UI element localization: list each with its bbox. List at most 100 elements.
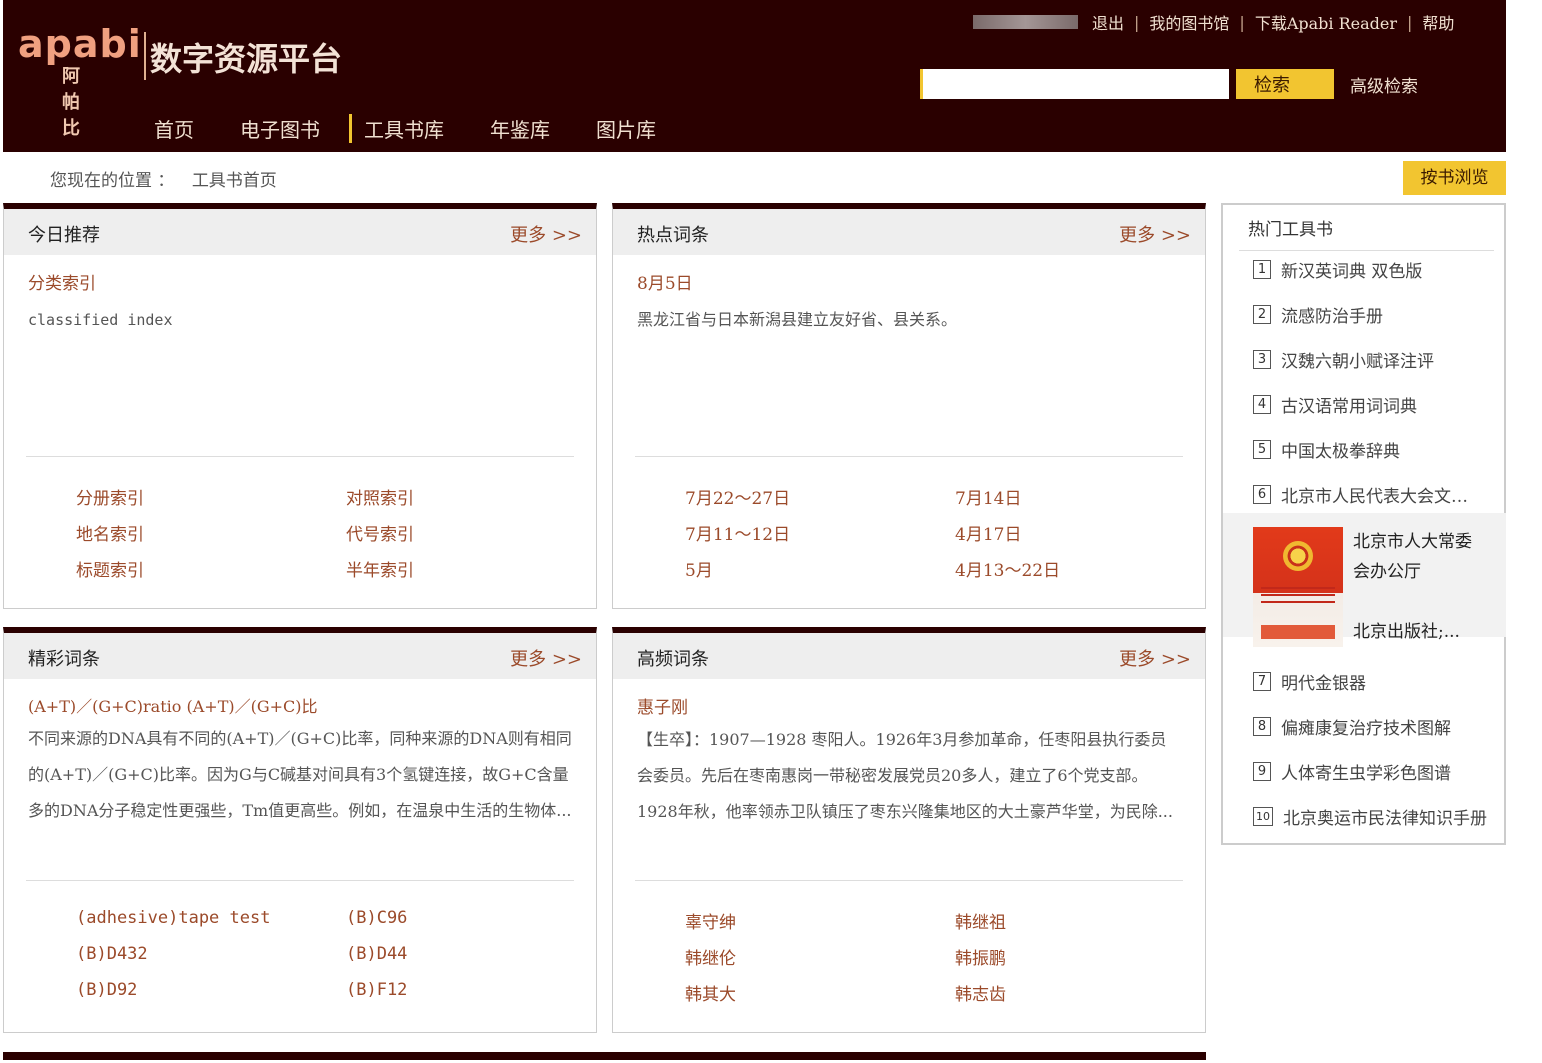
my-library-link[interactable]: 我的图书馆 — [1149, 10, 1229, 34]
list-item[interactable]: 7月22～27日 — [685, 484, 955, 509]
panel-featured-entries: 精彩词条 更多 >> (A+T)／(G+C)ratio (A+T)／(G+C)比… — [3, 627, 597, 1033]
panel-title: 高频词条 — [637, 649, 709, 670]
list-item[interactable]: 对照索引 — [346, 484, 616, 509]
featured-book-title[interactable]: 北京市人大常委会办公厅 — [1353, 527, 1483, 587]
advanced-search-link[interactable]: 高级检索 — [1350, 72, 1418, 97]
list-item[interactable]: 韩志齿 — [955, 980, 1225, 1005]
help-link[interactable]: 帮助 — [1422, 10, 1454, 34]
book-cover[interactable] — [1253, 527, 1343, 647]
logout-link[interactable]: 退出 — [1092, 10, 1124, 34]
rank-number: 4 — [1253, 394, 1271, 414]
list-item[interactable]: (B)D432 — [76, 944, 346, 966]
username-blurred — [973, 15, 1078, 29]
list-item[interactable]: 地名索引 — [76, 520, 346, 545]
sidebar-item[interactable]: 8 偏瘫康复治疗技术图解 — [1253, 714, 1451, 739]
sidebar-divider — [1239, 250, 1494, 251]
breadcrumb-prefix: 您现在的位置 ： — [50, 171, 175, 191]
entry-text: classified index — [28, 311, 173, 329]
date-links: 7月22～27日 7月14日 7月11～12日 4月17日 5月 4月13～22… — [685, 484, 1225, 581]
top-links: 退出 | 我的图书馆 | 下载Apabi Reader | 帮助 — [973, 10, 1454, 34]
sidebar-item[interactable]: 7 明代金银器 — [1253, 669, 1366, 694]
list-item[interactable]: 辜守绅 — [685, 908, 955, 933]
featured-book[interactable]: 北京市人大常委会办公厅 北京出版社;... — [1223, 513, 1506, 647]
nav-ebooks[interactable]: 电子图书 — [237, 114, 323, 143]
entry-text: 【生卒】：1907—1928 枣阳人。1926年3月参加革命，任枣阳县执行委员会… — [637, 730, 1173, 821]
name-links: 辜守绅 韩继祖 韩继伦 韩振鹏 韩其大 韩志齿 — [685, 908, 1225, 1005]
panel-header: 高频词条 更多 >> — [613, 633, 1205, 679]
list-item[interactable]: (adhesive)tape test — [76, 908, 346, 930]
list-item[interactable]: (B)D92 — [76, 980, 346, 1002]
sidebar-item-label: 北京市人民代表大会文… — [1281, 486, 1468, 507]
list-item[interactable]: 分册索引 — [76, 484, 346, 509]
link-separator: | — [1407, 12, 1413, 32]
sidebar-item-label: 流感防治手册 — [1281, 306, 1383, 327]
entry-text: 黑龙江省与日本新潟县建立友好省、县关系。 — [637, 310, 958, 329]
list-item[interactable]: 4月17日 — [955, 520, 1225, 545]
breadcrumb: 您现在的位置 ： 工具书首页 — [50, 166, 277, 191]
nav-images[interactable]: 图片库 — [593, 114, 659, 143]
sidebar-item-label: 北京奥运市民法律知识手册 — [1283, 808, 1487, 829]
search-input[interactable] — [920, 69, 1229, 99]
national-emblem-icon — [1283, 541, 1313, 571]
more-link[interactable]: 更多 >> — [510, 645, 582, 671]
rank-number: 2 — [1253, 304, 1271, 324]
nav-yearbooks[interactable]: 年鉴库 — [487, 114, 553, 143]
term-links: (adhesive)tape test (B)C96 (B)D432 (B)D4… — [76, 908, 616, 1002]
rank-number: 7 — [1253, 671, 1271, 691]
browse-by-book-button[interactable]: 按书浏览 — [1403, 161, 1506, 195]
more-link[interactable]: 更多 >> — [1119, 221, 1191, 247]
panel-divider — [26, 880, 574, 881]
sidebar-item-label: 人体寄生虫学彩色图谱 — [1281, 763, 1451, 784]
hot-reference-books-sidebar: 热门工具书 1 新汉英词典 双色版 2 流感防治手册 3 汉魏六朝小赋译注评 4… — [1221, 203, 1506, 845]
list-item[interactable]: 7月14日 — [955, 484, 1225, 509]
more-link[interactable]: 更多 >> — [1119, 645, 1191, 671]
list-item[interactable]: 5月 — [685, 556, 955, 581]
list-item[interactable]: 韩继伦 — [685, 944, 955, 969]
panel-header: 精彩词条 更多 >> — [4, 633, 596, 679]
sidebar-item[interactable]: 3 汉魏六朝小赋译注评 — [1253, 347, 1434, 372]
panel-divider — [635, 880, 1183, 881]
list-item[interactable]: (B)C96 — [346, 908, 616, 930]
sidebar-item[interactable]: 2 流感防治手册 — [1253, 302, 1383, 327]
sidebar-item-label: 汉魏六朝小赋译注评 — [1281, 351, 1434, 372]
logo-wordmark: apabi — [18, 22, 142, 66]
sidebar-item-label: 偏瘫康复治疗技术图解 — [1281, 718, 1451, 739]
logo-divider — [144, 32, 146, 80]
sidebar-item[interactable]: 10 北京奥运市民法律知识手册 — [1253, 804, 1487, 829]
panel-header: 今日推荐 更多 >> — [4, 209, 596, 255]
download-reader-link[interactable]: 下载Apabi Reader — [1255, 10, 1397, 34]
sidebar-item[interactable]: 5 中国太极拳辞典 — [1253, 437, 1400, 462]
rank-number: 3 — [1253, 349, 1271, 369]
nav-reference-books[interactable]: 工具书库 — [349, 113, 447, 143]
panel-divider — [635, 456, 1183, 457]
rank-number: 5 — [1253, 439, 1271, 459]
sidebar-item[interactable]: 6 北京市人民代表大会文… — [1253, 482, 1468, 507]
sidebar-item[interactable]: 9 人体寄生虫学彩色图谱 — [1253, 759, 1451, 784]
entry-title[interactable]: 分类索引 — [28, 269, 572, 294]
list-item[interactable]: 韩振鹏 — [955, 944, 1225, 969]
list-item[interactable]: (B)D44 — [346, 944, 616, 966]
search-button[interactable]: 检索 — [1236, 69, 1334, 99]
entry-title[interactable]: (A+T)／(G+C)ratio (A+T)／(G+C)比 — [28, 693, 572, 717]
featured-book-publisher: 北京出版社;... — [1353, 622, 1460, 642]
entry-title[interactable]: 8月5日 — [637, 269, 1181, 294]
list-item[interactable]: 代号索引 — [346, 520, 616, 545]
panel-frequent-entries: 高频词条 更多 >> 惠子刚 【生卒】：1907—1928 枣阳人。1926年3… — [612, 627, 1206, 1033]
list-item[interactable]: 4月13～22日 — [955, 556, 1225, 581]
entry-title[interactable]: 惠子刚 — [637, 693, 1181, 718]
breadcrumb-current[interactable]: 工具书首页 — [192, 171, 277, 191]
link-separator: | — [1134, 12, 1140, 32]
sidebar-item[interactable]: 1 新汉英词典 双色版 — [1253, 257, 1422, 282]
list-item[interactable]: 韩继祖 — [955, 908, 1225, 933]
sidebar-title: 热门工具书 — [1248, 220, 1333, 240]
rank-number: 1 — [1253, 259, 1271, 279]
rank-number: 9 — [1253, 761, 1271, 781]
more-link[interactable]: 更多 >> — [510, 221, 582, 247]
sidebar-item[interactable]: 4 古汉语常用词词典 — [1253, 392, 1417, 417]
list-item[interactable]: 半年索引 — [346, 556, 616, 581]
list-item[interactable]: 7月11～12日 — [685, 520, 955, 545]
list-item[interactable]: 标题索引 — [76, 556, 346, 581]
list-item[interactable]: 韩其大 — [685, 980, 955, 1005]
list-item[interactable]: (B)F12 — [346, 980, 616, 1002]
nav-home[interactable]: 首页 — [151, 114, 197, 143]
